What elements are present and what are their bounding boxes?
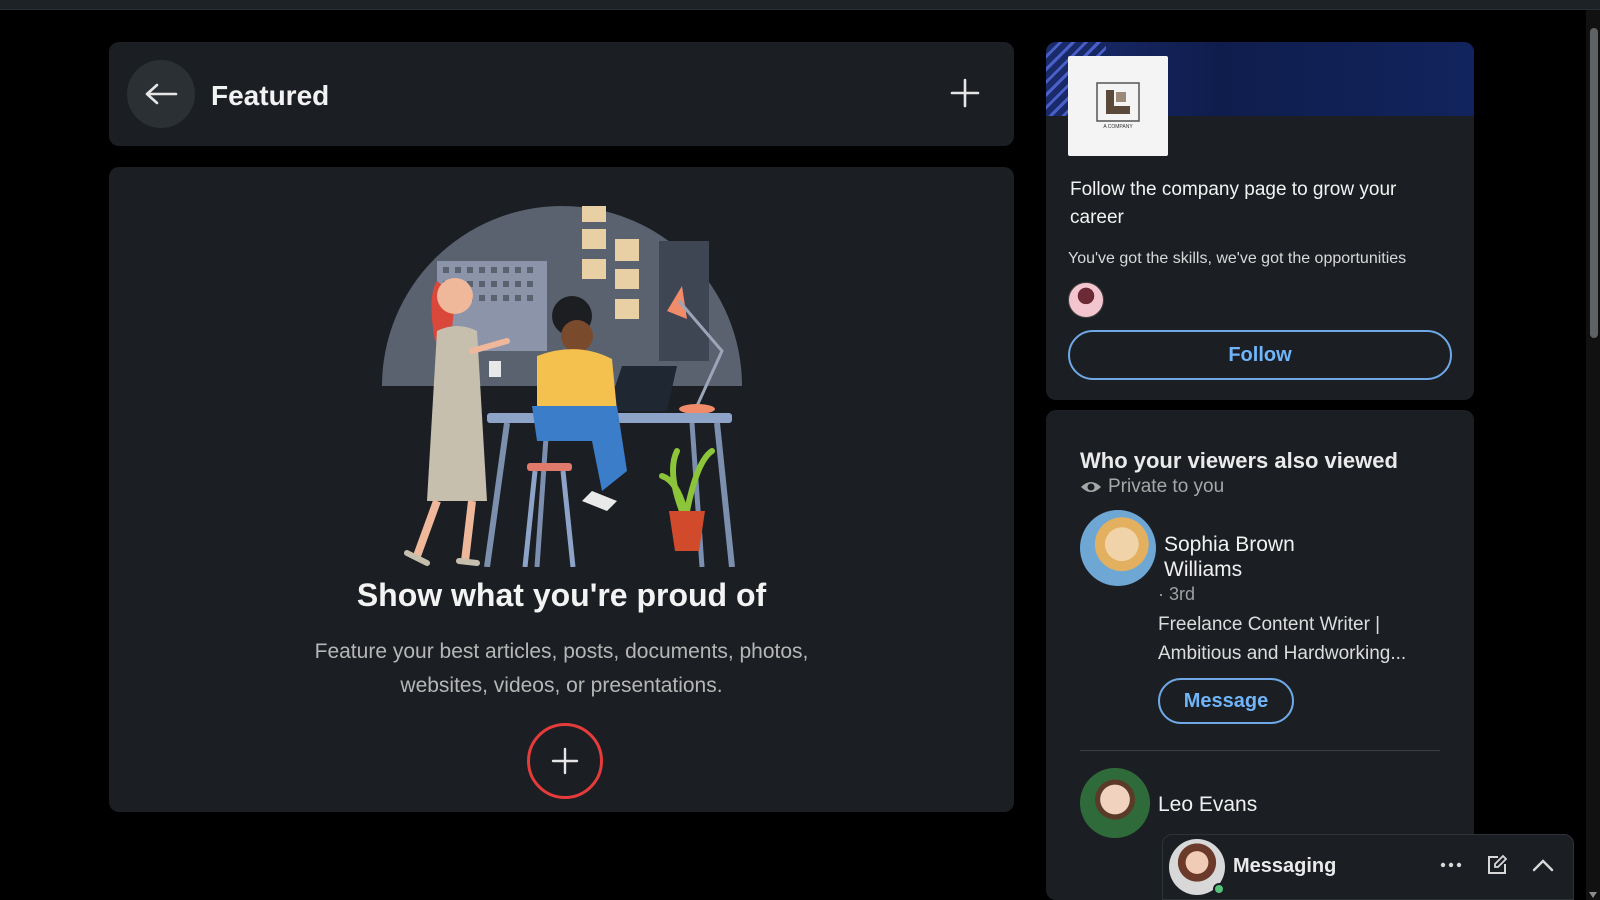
compose-icon[interactable] xyxy=(1485,853,1509,877)
company-logo-wordmark: A COMPANY xyxy=(1103,124,1133,130)
add-featured-button[interactable] xyxy=(944,72,986,114)
messaging-dock[interactable]: Messaging xyxy=(1162,834,1574,900)
connection-degree: · 3rd xyxy=(1158,584,1196,604)
message-button[interactable]: Message xyxy=(1158,678,1294,724)
add-featured-item-button[interactable] xyxy=(527,723,603,799)
follow-button[interactable]: Follow xyxy=(1068,330,1452,380)
company-ad-card: A COMPANY Follow the company page to gro… xyxy=(1046,42,1474,400)
more-icon[interactable] xyxy=(1439,853,1463,877)
avatar[interactable] xyxy=(1080,768,1150,838)
company-logo[interactable]: A COMPANY xyxy=(1068,56,1168,156)
person-name[interactable]: Sophia Brown Williams xyxy=(1164,532,1344,582)
ad-avatar xyxy=(1068,282,1104,318)
ad-headline: Follow the company page to grow your car… xyxy=(1070,179,1397,228)
page-title: Featured xyxy=(211,80,330,111)
company-logo-mark xyxy=(1096,82,1140,122)
back-arrow-icon xyxy=(145,83,178,105)
empty-state-title: Show what you're proud of xyxy=(356,577,767,613)
avatar[interactable] xyxy=(1080,510,1156,586)
plus-icon xyxy=(950,78,980,108)
divider xyxy=(1080,750,1440,751)
browser-top-bar xyxy=(0,0,1600,10)
person-headline: Freelance Content Writer | Ambitious and… xyxy=(1158,614,1407,664)
viewers-also-viewed-card: Who your viewers also viewed Private to … xyxy=(1046,410,1474,900)
privacy-label: Private to you xyxy=(1080,476,1224,498)
scrollbar-thumb[interactable] xyxy=(1590,28,1598,338)
featured-header-card: Featured xyxy=(109,42,1014,146)
online-status-dot xyxy=(1213,883,1225,895)
workspace-illustration xyxy=(382,206,742,567)
eye-icon xyxy=(1080,479,1102,495)
featured-empty-state-card: Show what you're proud of Feature your b… xyxy=(109,167,1014,812)
viewers-card-title: Who your viewers also viewed xyxy=(1080,448,1398,473)
scroll-down-arrow[interactable] xyxy=(1589,892,1597,898)
ad-subtext: You've got the skills, we've got the opp… xyxy=(1068,250,1407,267)
chevron-up-icon[interactable] xyxy=(1531,853,1555,877)
plus-icon xyxy=(551,747,579,775)
page-scrollbar[interactable] xyxy=(1586,10,1600,900)
back-button[interactable] xyxy=(127,60,195,128)
messaging-label[interactable]: Messaging xyxy=(1233,855,1336,878)
privacy-text: Private to you xyxy=(1108,476,1225,497)
person-name[interactable]: Leo Evans xyxy=(1158,793,1257,817)
empty-state-description: Feature your best articles, posts, docum… xyxy=(314,640,809,697)
